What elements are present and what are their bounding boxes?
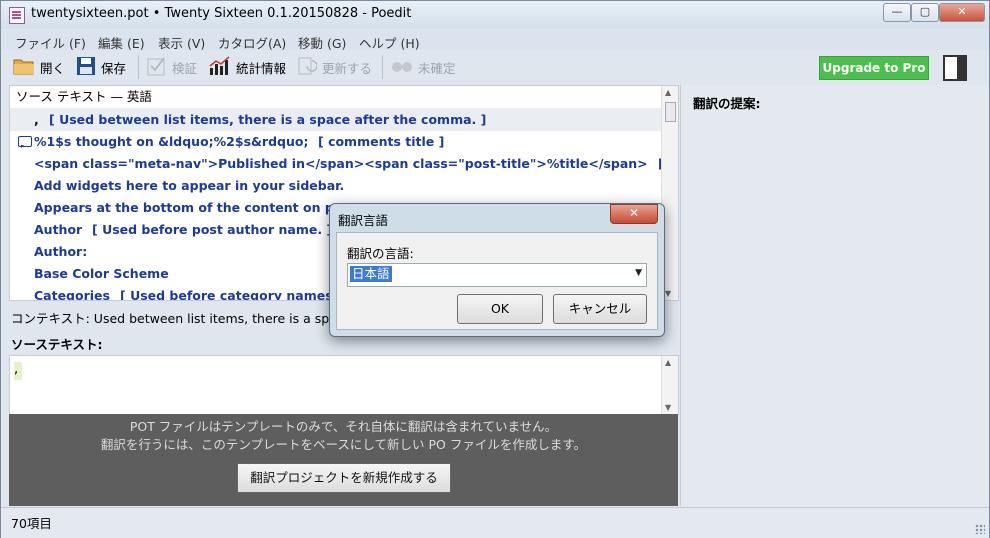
resize-grip-icon[interactable] [975,524,985,534]
menu-help[interactable]: ヘルプ (H) [359,33,420,52]
save-label: 保存 [101,60,127,76]
poedit-app-icon [9,7,25,24]
list-item-context: [ comments title ] [318,134,445,149]
menu-edit[interactable]: 編集 (E) [98,33,145,52]
list-item-text: Appears at the bottom of the content on … [34,200,364,215]
toolbar-separator [382,55,383,79]
title-bar: twentysixteen.pot • Twenty Sixteen 0.1.2… [1,1,989,29]
list-item[interactable]: Add widgets here to appear in your sideb… [10,175,662,197]
status-bar: 70項目 [1,507,989,538]
validate-label: 検証 [172,60,198,76]
list-item-text: , [34,112,39,127]
sidebar-toggle-icon[interactable] [943,55,967,81]
list-item-text: <span class="meta-nav">Published in</spa… [34,156,648,171]
unconfirmed-label: 未確定 [418,60,456,76]
open-button[interactable]: 開く [13,56,65,78]
info-line-2: 翻訳を行うには、このテンプレートをベースにして新しい PO ファイルを作成します… [100,437,587,452]
source-text-label: ソーステキスト: [11,337,103,352]
chevron-down-icon[interactable]: ▼ [635,268,642,278]
minimize-button[interactable]: — [883,3,911,22]
suggestions-title: 翻訳の提案: [693,96,761,111]
close-button[interactable]: ✕ [939,3,985,22]
upgrade-to-pro-button[interactable]: Upgrade to Pro [819,56,929,80]
create-translation-button[interactable]: 翻訳プロジェクトを新規作成する [237,463,451,493]
scroll-up-icon[interactable]: ▲ [665,358,671,367]
scroll-thumb[interactable] [665,102,676,122]
language-dialog: 翻訳言語 ✕ 翻訳の言語: 日本語 ▼ OK キャンセル [329,203,665,337]
stats-button[interactable]: 統計情報 [209,55,287,79]
language-label: 翻訳の言語: [347,246,414,261]
update-label: 更新する [322,60,373,76]
suggestions-pane: 翻訳の提案: [680,85,989,506]
glasses-icon [391,58,413,77]
list-item[interactable]: , [ Used between list items, there is a s… [10,109,662,131]
update-button[interactable]: 更新する [297,56,372,78]
language-selected-value: 日本語 [350,266,392,282]
list-item-text: Base Color Scheme [34,266,169,281]
pot-info-area: POT ファイルはテンプレートのみで、それ自体に翻訳は含まれていません。 翻訳を… [9,414,678,506]
source-text-value: , [14,362,22,380]
list-item-context: [ Used between list items, there is a sp… [49,112,487,127]
list-item-context: [ Used before post author name. ] [92,222,333,237]
dialog-body: 翻訳の言語: 日本語 ▼ OK キャンセル [336,232,658,330]
list-item-text: Author: [34,244,88,259]
stats-label: 統計情報 [236,60,287,76]
dialog-title: 翻訳言語 [338,213,389,228]
toolbar-separator [138,55,139,79]
list-item-text: %1$s thought on &ldquo;%2$s&rdquo; [34,134,309,149]
scroll-down-icon[interactable]: ▼ [665,403,671,412]
open-label: 開く [40,60,66,76]
list-item[interactable]: <span class="meta-nav">Published in</spa… [10,153,662,175]
list-header: ソース テキスト — 英語 [10,86,668,109]
list-item-text: Add widgets here to appear in your sideb… [34,178,345,193]
source-scrollbar[interactable]: ▲ ▼ [661,356,678,414]
language-select[interactable]: 日本語 ▼ [347,263,647,287]
info-line-1: POT ファイルはテンプレートのみで、それ自体に翻訳は含まれていません。 [129,419,558,434]
source-text-box[interactable]: , ▲ ▼ [9,355,679,415]
validate-button[interactable]: 検証 [147,56,197,78]
check-icon [147,56,167,79]
refresh-icon [297,56,318,79]
ok-button[interactable]: OK [457,294,543,324]
menu-view[interactable]: 表示 (V) [158,33,205,52]
menu-file[interactable]: ファイル (F) [15,33,86,52]
unconfirmed-button[interactable]: 未確定 [391,56,456,78]
chart-icon [209,55,231,79]
context-line: コンテキスト: Used between list items, there i… [11,311,352,326]
poedit-window: twentysixteen.pot • Twenty Sixteen 0.1.2… [0,0,990,538]
cancel-button[interactable]: キャンセル [553,294,647,324]
item-count: 70項目 [11,516,52,531]
list-item-context: [ Used before category names. ] [120,288,348,301]
scroll-up-icon[interactable]: ▲ [665,88,671,97]
maximize-button[interactable]: ▢ [911,3,939,22]
list-item[interactable]: %1$s thought on &ldquo;%2$s&rdquo; [ comm… [10,131,662,153]
save-button[interactable]: 保存 [76,56,126,78]
scroll-down-icon[interactable]: ▼ [665,289,671,298]
menu-go[interactable]: 移動 (G) [298,33,346,52]
comment-icon [18,136,32,148]
dialog-close-button[interactable]: ✕ [610,204,658,224]
list-item-text: Author [34,222,83,237]
menu-bar: ファイル (F) 編集 (E) 表示 (V) カタログ(A) 移動 (G) ヘル… [1,30,989,52]
folder-icon [13,57,35,78]
window-title: twentysixteen.pot • Twenty Sixteen 0.1.2… [31,6,412,21]
floppy-icon [76,56,96,79]
list-item-text: Categories [34,288,110,301]
menu-catalog[interactable]: カタログ(A) [218,33,286,52]
